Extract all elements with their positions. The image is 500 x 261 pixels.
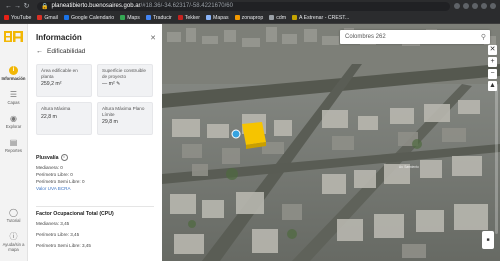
extensions: [454, 3, 496, 9]
bookmark-youtube[interactable]: YouTube: [4, 15, 31, 21]
close-icon[interactable]: ✕: [150, 34, 156, 42]
bookmark-icon: [177, 15, 183, 20]
bookmark-icon: [292, 15, 298, 20]
card-label: Altura Máxima Plano Límite: [102, 106, 145, 117]
road-label: Av. Sarmiento: [399, 165, 419, 169]
help-icon: ⓘ: [9, 232, 18, 241]
bookmarks-bar: YouTube Gmail Google Calendario Maps Tra…: [0, 12, 500, 24]
tutorial-icon: ◯: [9, 208, 18, 217]
bookmark-calendar[interactable]: Google Calendario: [63, 15, 114, 21]
bookmark-icon: [206, 15, 212, 20]
forward-nav-icon[interactable]: →: [13, 3, 22, 10]
uva-link[interactable]: Valor UVA BCRA: [36, 185, 154, 192]
fot-section: Factor Ocupacional Total (CPU) Medianera…: [36, 211, 154, 249]
edit-pencil-icon[interactable]: ✎: [116, 81, 120, 87]
panel-title: Información: [36, 33, 82, 42]
info-panel: Información ✕ ← Edificabilidad Área edif…: [28, 24, 162, 261]
arrow-left-icon: ←: [36, 48, 43, 55]
address-row: ← → ↻ 🔒 planeatibierto.buenosaires.gob.a…: [4, 1, 496, 11]
plusvalia-row: Perímetro Libre: 0: [36, 172, 73, 177]
card-value: 259,2 m²: [41, 81, 62, 88]
card-altura-maxima: Altura Máxima 22,8 m: [36, 102, 92, 135]
card-label: Área edificable en planta: [41, 68, 78, 79]
card-value: 29,8 m: [102, 119, 118, 126]
bookmark-cdm[interactable]: cdm: [269, 15, 286, 21]
bookmark-gmail[interactable]: Gmail: [37, 15, 58, 21]
plusvalia-section: Plusvalía i Medianera: 0 Perímetro Libre:…: [36, 154, 154, 192]
aerial-map-image: [162, 24, 500, 261]
browser-toolbar: ← → ↻ 🔒 planeatibierto.buenosaires.gob.a…: [0, 0, 500, 12]
bookmark-mapas[interactable]: Mapas: [206, 15, 229, 21]
rail-item-informacion[interactable]: i Información: [0, 66, 27, 81]
zoom-in-button[interactable]: +: [488, 57, 497, 67]
ba-logo-icon: [4, 31, 23, 42]
rail-item-capas[interactable]: ☰ Capas: [0, 90, 27, 105]
fot-row: Medianera: 3,45: [36, 221, 70, 226]
bookmark-icon: [234, 15, 240, 20]
bookmark-zonaprop[interactable]: zonaprop: [234, 15, 263, 21]
rail-item-reportes[interactable]: ▤ Reportes: [0, 138, 27, 153]
bookmark-icon: [120, 15, 126, 20]
card-area-edificable: Área edificable en planta 259,2 m²: [36, 64, 92, 97]
bookmark-icon: [4, 15, 9, 20]
menu-icon[interactable]: [490, 3, 496, 9]
bookmark-icon: [145, 15, 151, 20]
extension-icon[interactable]: [463, 3, 469, 9]
rail-item-tutorial[interactable]: ◯ Tutorial: [0, 208, 27, 223]
profile-icon[interactable]: [481, 3, 487, 9]
fot-row: Perímetro Libre: 3,45: [36, 232, 80, 237]
card-label: Superficie construible de proyecto: [102, 68, 146, 79]
fot-row: Perímetro Semi Libre: 3,45: [36, 243, 91, 248]
plusvalia-heading: Plusvalía i: [36, 154, 154, 161]
divider: [36, 206, 154, 207]
zoom-out-button[interactable]: −: [488, 69, 497, 79]
bookmark-tekker[interactable]: Tekker: [177, 15, 200, 21]
card-altura-plano-limite: Altura Máxima Plano Límite 29,8 m: [97, 102, 153, 135]
bookmark-icon: [269, 15, 275, 20]
bookmark-crest[interactable]: A Estrenar - CREST...: [292, 15, 349, 21]
back-nav-icon[interactable]: ←: [4, 3, 13, 10]
card-value: — m²: [102, 81, 115, 88]
rail-item-explorar[interactable]: ◉ Explorar: [0, 114, 27, 129]
back-button[interactable]: ← Edificabilidad: [36, 48, 85, 55]
search-icon[interactable]: ⚲: [481, 33, 486, 41]
bookmark-maps[interactable]: Maps: [120, 15, 140, 21]
plusvalia-row: Medianera: 0: [36, 165, 63, 170]
map-scrollbar[interactable]: [495, 84, 498, 234]
info-icon: i: [9, 66, 18, 75]
address-search[interactable]: Colombres 262 ⚲: [340, 30, 490, 44]
explore-icon: ◉: [10, 114, 17, 123]
url-path: /#18.36/-34.62317/-58.4221670/60: [140, 3, 233, 9]
fot-heading: Factor Ocupacional Total (CPU): [36, 211, 114, 217]
url-host: planeatibierto.buenosaires.gob.ar: [51, 3, 141, 9]
section-title: Edificabilidad: [47, 48, 86, 55]
info-icon[interactable]: i: [60, 154, 68, 161]
side-rail: i Información ☰ Capas ◉ Explorar ▤ Repor…: [0, 24, 28, 261]
card-superficie-construible: Superficie construible de proyecto — m² …: [97, 64, 153, 97]
star-icon[interactable]: [454, 3, 460, 9]
map-view[interactable]: Av. Sarmiento Colombres 262 ⚲ ✕ + − ▲ ■: [162, 24, 500, 261]
bookmark-translate[interactable]: Traducir: [145, 15, 172, 21]
plusvalia-row: Perímetro Semi Libre: 0: [36, 179, 85, 184]
card-value: 22,8 m: [41, 113, 57, 120]
bookmark-icon: [63, 15, 69, 20]
map-logo-icon: ■: [482, 231, 494, 249]
bookmark-icon: [37, 15, 43, 20]
reload-icon[interactable]: ↻: [22, 2, 31, 10]
rail-item-ayuda[interactable]: ⓘ Ayuda/sin a mapa: [0, 232, 27, 252]
lock-icon: 🔒: [41, 3, 49, 10]
close-search-icon[interactable]: ✕: [488, 45, 497, 55]
address-bar[interactable]: 🔒 planeatibierto.buenosaires.gob.ar /#18…: [37, 1, 450, 11]
card-value-row: — m² ✎: [102, 81, 148, 87]
layers-icon: ☰: [9, 90, 18, 99]
card-label: Altura Máxima: [41, 106, 71, 111]
search-input[interactable]: Colombres 262: [345, 34, 386, 40]
reports-icon: ▤: [9, 138, 18, 147]
extension-icon[interactable]: [472, 3, 478, 9]
